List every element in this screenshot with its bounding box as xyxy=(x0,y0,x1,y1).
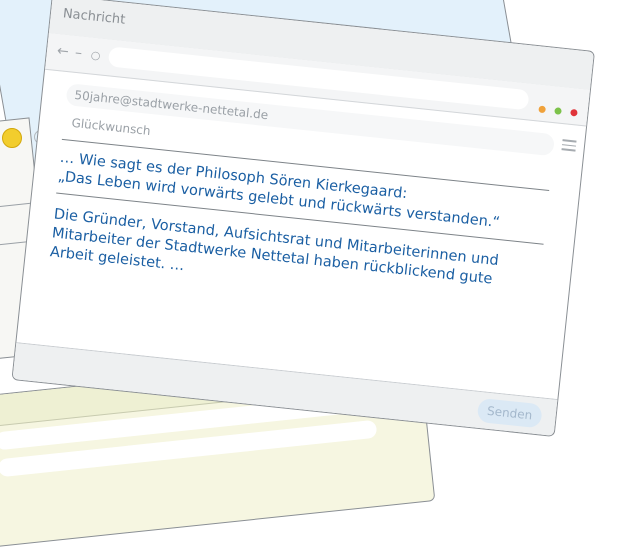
maximize-dot-icon[interactable] xyxy=(554,107,562,115)
subject-text: Glückwunsch xyxy=(70,115,152,139)
menu-icon[interactable] xyxy=(561,139,577,154)
forward-icon[interactable]: – xyxy=(74,45,83,62)
minimize-dot-icon[interactable] xyxy=(538,105,546,114)
message-window: Nachricht ← – ○ 50jahre@stadtwerke-nette… xyxy=(11,0,596,437)
refresh-icon[interactable]: ○ xyxy=(90,48,101,62)
smiley-icon xyxy=(2,128,22,148)
window-title: Nachricht xyxy=(62,6,126,28)
back-arrow-icon[interactable]: ← xyxy=(56,43,69,60)
close-dot-icon[interactable] xyxy=(570,108,578,117)
send-button[interactable]: Senden xyxy=(476,397,543,429)
window-controls xyxy=(534,97,579,120)
